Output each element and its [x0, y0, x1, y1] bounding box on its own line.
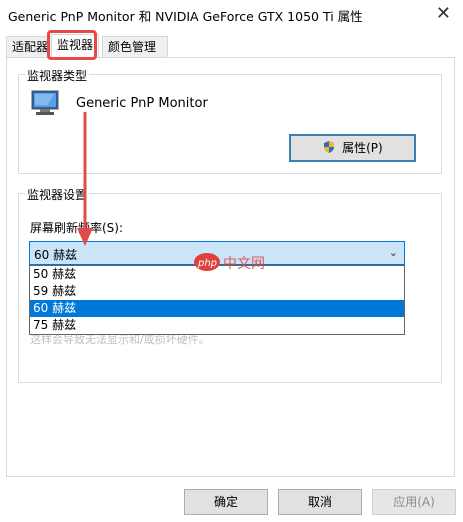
refresh-rate-label: 屏幕刷新频率(S):: [30, 221, 124, 235]
title-bar: Generic PnP Monitor 和 NVIDIA GeForce GTX…: [0, 0, 463, 30]
php-logo: php 中文网: [194, 253, 265, 272]
properties-label: 属性(P): [342, 141, 383, 155]
close-icon[interactable]: ✕: [436, 3, 451, 24]
svg-text:php: php: [197, 258, 217, 269]
refresh-rate-dropdown: 50 赫兹 59 赫兹 60 赫兹 75 赫兹: [29, 265, 405, 335]
monitor-type-title: 监视器类型: [25, 67, 90, 84]
ok-button[interactable]: 确定: [184, 489, 268, 515]
apply-button[interactable]: 应用(A): [372, 489, 456, 515]
chevron-down-icon[interactable]: ⌄: [389, 246, 398, 259]
window-title: Generic PnP Monitor 和 NVIDIA GeForce GTX…: [8, 9, 363, 24]
monitor-name: Generic PnP Monitor: [76, 96, 208, 111]
tab-color-management[interactable]: 颜色管理: [102, 36, 168, 57]
properties-button[interactable]: 属性(P): [289, 134, 416, 162]
refresh-rate-value: 60 赫兹: [34, 248, 78, 262]
svg-text:中文网: 中文网: [223, 256, 265, 272]
option-59hz[interactable]: 59 赫兹: [30, 283, 404, 300]
cancel-button[interactable]: 取消: [278, 489, 362, 515]
monitor-settings-title: 监视器设置: [25, 186, 90, 203]
tab-monitor[interactable]: 监视器: [51, 34, 99, 57]
tab-adapter[interactable]: 适配器: [6, 36, 54, 57]
shield-icon: [324, 141, 335, 153]
option-75hz[interactable]: 75 赫兹: [30, 317, 404, 334]
option-60hz[interactable]: 60 赫兹: [30, 300, 404, 317]
monitor-icon: [31, 90, 59, 115]
